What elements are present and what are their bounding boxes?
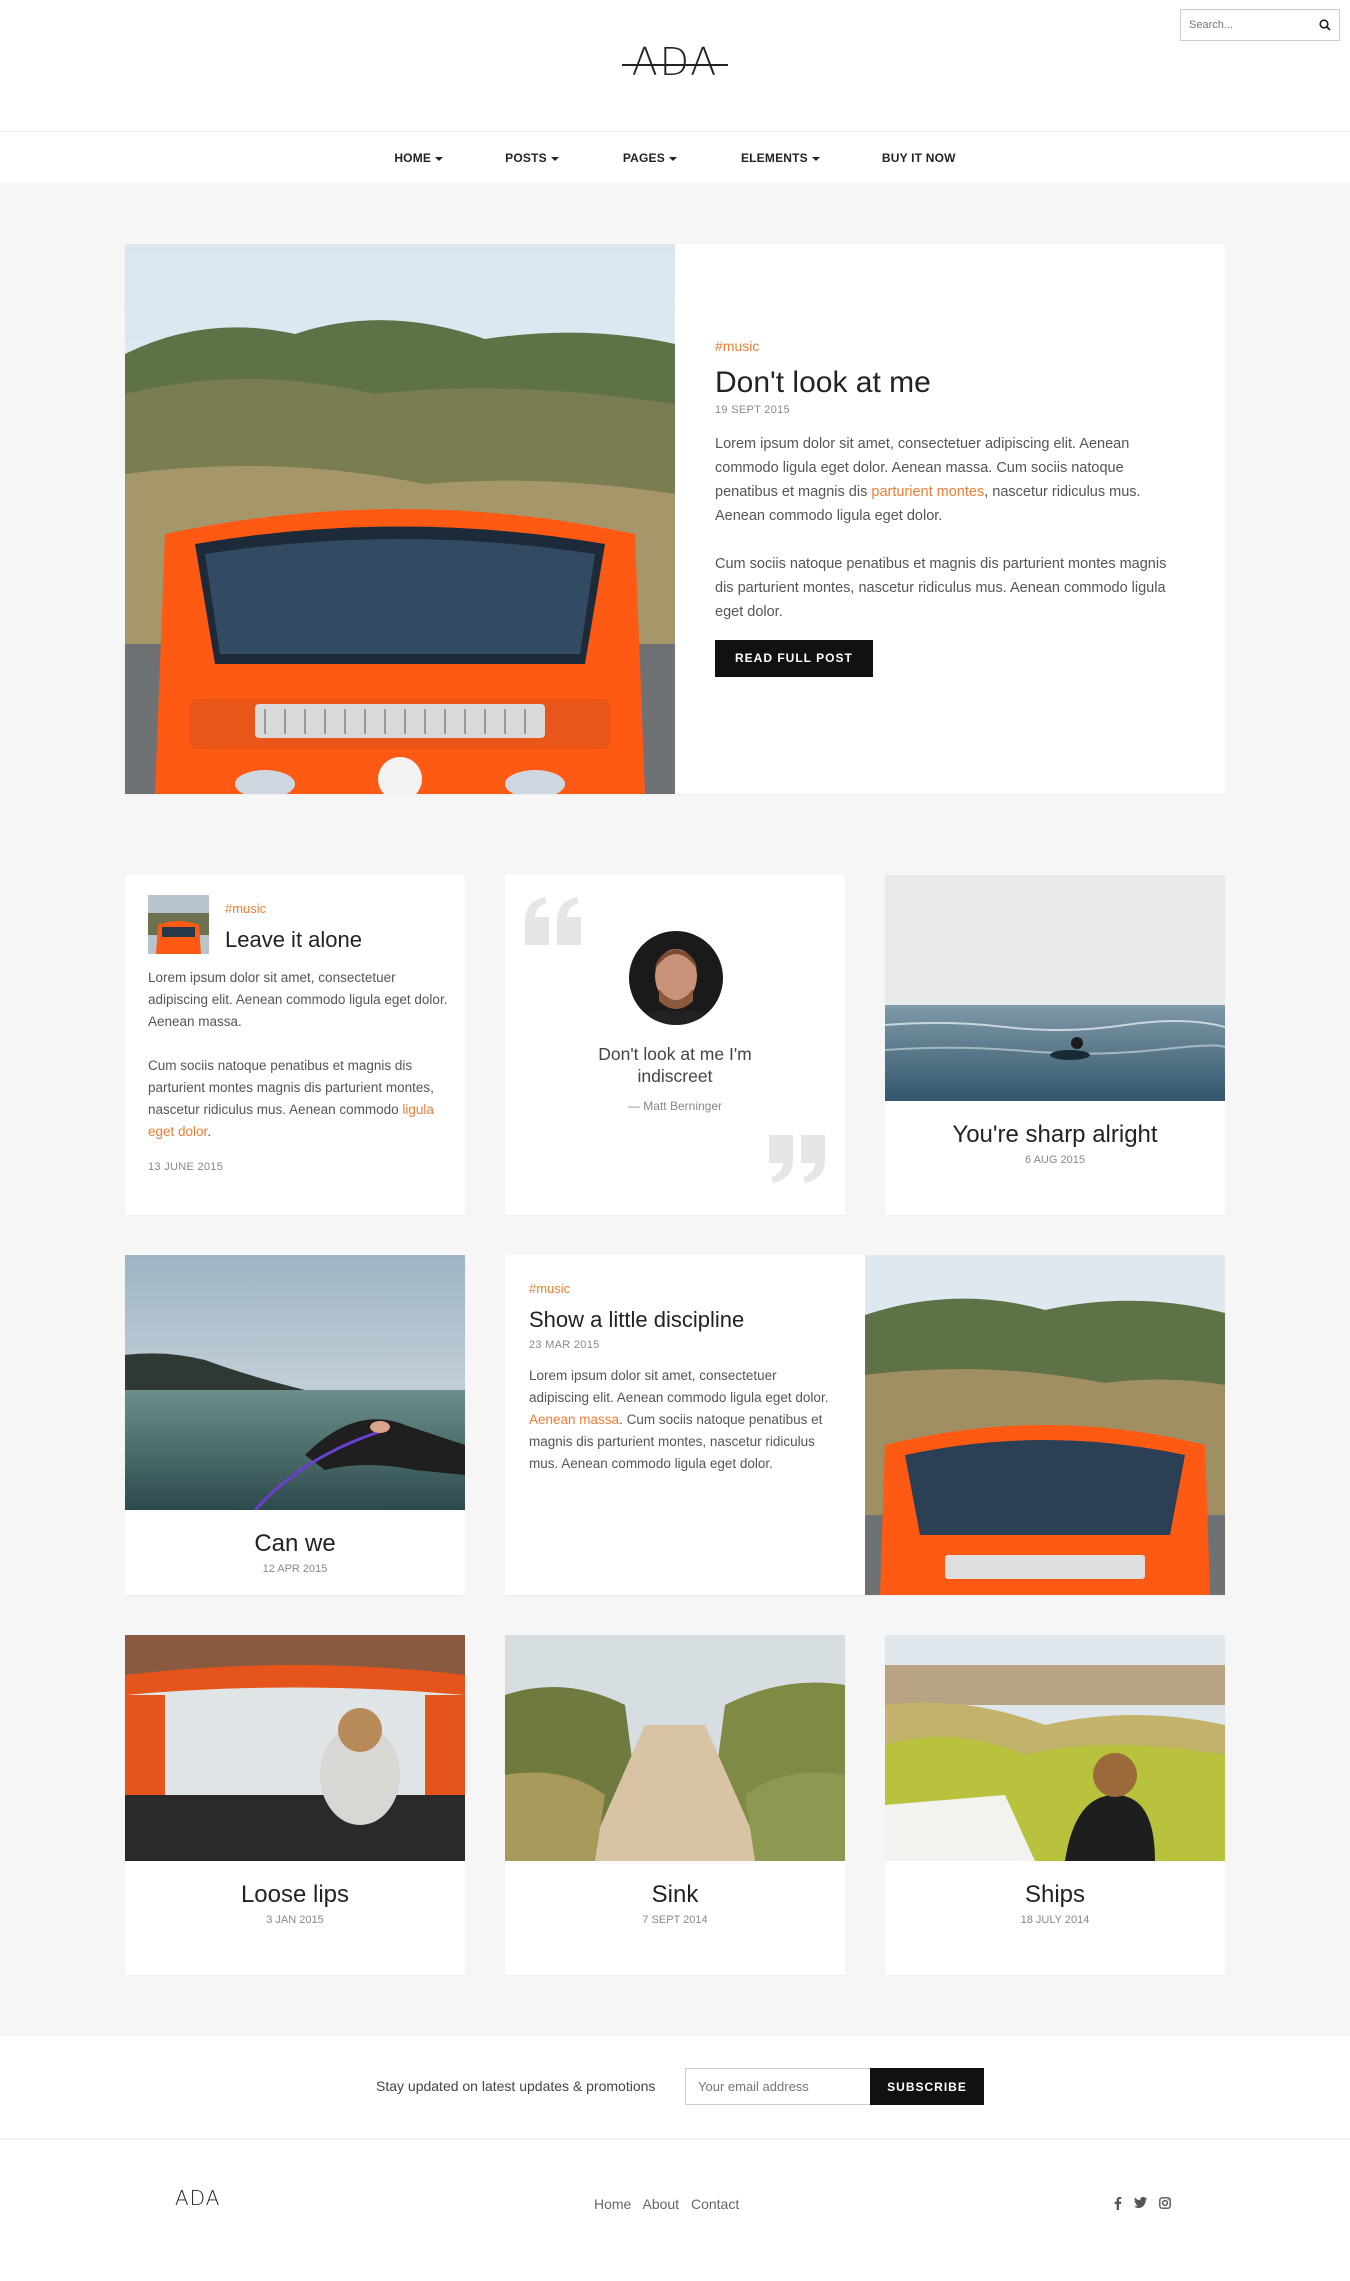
post-title[interactable]: Sink [505,1881,845,1909]
post-excerpt-2: Cum sociis natoque penatibus et magnis d… [715,556,1167,620]
caret-down-icon [811,156,820,161]
post-date: 3 JAN 2015 [266,1914,324,1926]
nav-item-posts[interactable]: POSTS [473,132,591,184]
post-excerpt-2: Cum sociis natoque penatibus et magnis d… [148,1058,434,1139]
nav-item-home[interactable]: HOME [364,132,473,184]
post-excerpt: Lorem ipsum dolor sit amet, consectetuer… [529,1368,829,1471]
avatar[interactable] [629,931,723,1025]
post-date: 12 APR 2015 [262,1563,328,1575]
inline-link[interactable]: Aenean massa [529,1412,619,1427]
quote-card: Don't look at me I'm indiscreet — Matt B… [505,875,845,1215]
post-image-van-interior[interactable] [125,1635,465,1861]
post-card-youre-sharp-alright: You're sharp alright 6 AUG 2015 [885,875,1225,1215]
post-title[interactable]: Don't look at me [715,366,1185,400]
quote-text: Don't look at me I'm indiscreet [598,1044,752,1086]
footer-link-about[interactable]: About [642,2196,679,2212]
footer-link-contact[interactable]: Contact [691,2196,739,2212]
social-links [1114,2197,1171,2210]
featured-content: #music Don't look at me 19 SEPT 2015 Lor… [715,338,1185,677]
subscribe-bar: Stay updated on latest updates & promoti… [0,2036,1350,2139]
site-logo[interactable]: ADA [0,40,1350,84]
post-title[interactable]: Ships [885,1881,1225,1909]
post-title[interactable]: Loose lips [125,1881,465,1909]
nav-item-pages[interactable]: PAGES [591,132,709,184]
post-card-ships: Ships 18 JULY 2014 [885,1635,1225,1975]
post-excerpt: Lorem ipsum dolor sit amet, consectetuer… [715,436,1141,524]
footer-logo[interactable]: ADA [175,2186,220,2210]
quote-close-icon [769,1135,825,1183]
post-excerpt: Lorem ipsum dolor sit amet, consectetuer… [148,970,448,1029]
post-title[interactable]: You're sharp alright [885,1121,1225,1149]
post-title[interactable]: Show a little discipline [529,1307,744,1333]
post-tag[interactable]: #music [225,901,266,916]
post-card-loose-lips: Loose lips 3 JAN 2015 [125,1635,465,1975]
search-box[interactable] [1180,9,1340,41]
site-footer: ADA Home About Contact [0,2140,1350,2281]
post-tag[interactable]: #music [715,338,1185,354]
featured-post: #music Don't look at me 19 SEPT 2015 Lor… [125,244,1225,794]
post-date: 6 AUG 2015 [1025,1154,1085,1166]
site-header: ADA [0,0,1350,131]
post-thumbnail[interactable] [148,895,209,954]
instagram-icon[interactable] [1159,2197,1171,2209]
post-date: 7 SEPT 2014 [642,1914,708,1926]
caret-down-icon [435,156,444,161]
post-image-surfer[interactable] [885,1635,1225,1861]
quote-author: — Matt Berninger [627,1099,723,1113]
post-date: 18 JULY 2014 [1020,1914,1090,1926]
post-title[interactable]: Leave it alone [225,927,362,953]
nav-item-buy-it-now[interactable]: BUY IT NOW [852,132,986,184]
inline-link[interactable]: parturient montes [871,484,984,500]
caret-down-icon [550,156,559,161]
post-card-leave-it-alone: #music Leave it alone Lorem ipsum dolor … [125,875,465,1215]
featured-image-van[interactable] [125,244,675,794]
subscribe-button[interactable]: SUBSCRIBE [870,2068,984,2105]
post-image-ocean-swimmer[interactable] [885,875,1225,1101]
post-image-sand-path[interactable] [505,1635,845,1861]
read-full-post-button[interactable]: READ FULL POST [715,640,873,677]
post-card-show-a-little-discipline: #music Show a little discipline 23 MAR 2… [505,1255,1225,1595]
search-input[interactable] [1189,11,1309,39]
post-tag[interactable]: #music [529,1281,570,1296]
subscribe-text: Stay updated on latest updates & promoti… [376,2078,656,2094]
footer-links: Home About Contact [594,2196,739,2212]
post-date: 23 MAR 2015 [529,1339,600,1351]
post-date: 19 SEPT 2015 [715,404,790,416]
quote-open-icon [525,897,581,945]
post-image-van[interactable] [865,1255,1225,1595]
post-card-sink: Sink 7 SEPT 2014 [505,1635,845,1975]
email-field[interactable] [685,2068,870,2105]
main-nav: HOME POSTS PAGES ELEMENTS BUY IT NOW [0,131,1350,183]
twitter-icon[interactable] [1134,2197,1147,2208]
facebook-icon[interactable] [1114,2197,1122,2210]
post-date: 13 JUNE 2015 [148,1161,224,1173]
footer-link-home[interactable]: Home [594,2196,631,2212]
caret-down-icon [668,156,677,161]
search-icon[interactable] [1319,19,1331,31]
nav-item-elements[interactable]: ELEMENTS [709,132,852,184]
post-title[interactable]: Can we [125,1530,465,1558]
post-image-ocean-board[interactable] [125,1255,465,1510]
post-card-can-we: Can we 12 APR 2015 [125,1255,465,1595]
